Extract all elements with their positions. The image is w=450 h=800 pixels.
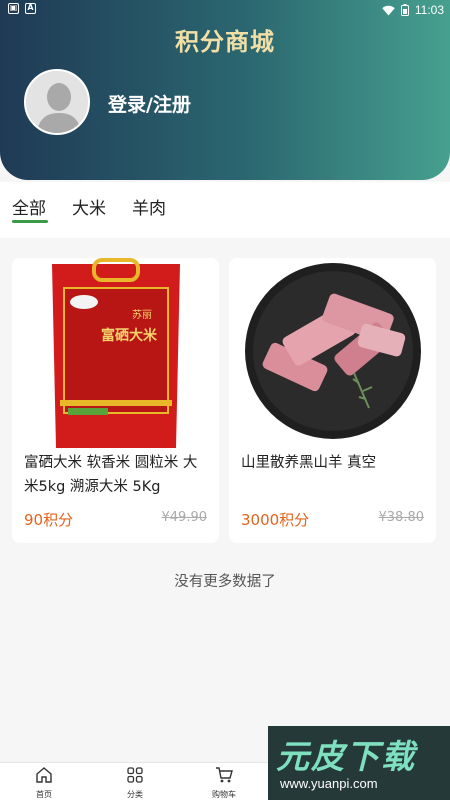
product-name: 山里散养黑山羊 真空 [241, 455, 377, 471]
notification-icon: ▣ [8, 3, 19, 14]
login-register-link[interactable]: 登录/注册 [108, 90, 191, 117]
home-icon [36, 767, 52, 783]
product-price: 90积分 [24, 511, 74, 529]
bag-brand-text: 苏丽 [132, 308, 152, 321]
clock: 11:03 [414, 3, 444, 17]
rice-bag-image: 苏丽 富硒大米 [12, 258, 219, 448]
nav-cart[interactable]: 购物车 [194, 766, 254, 800]
watermark-url: www.yuanpi.com [280, 776, 378, 791]
tab-rice[interactable]: 大米 [72, 194, 106, 219]
battery-icon [400, 4, 409, 16]
watermark: 元皮下载 www.yuanpi.com [268, 726, 450, 800]
watermark-logo-text: 元皮下载 [276, 737, 416, 776]
font-icon: A [25, 3, 36, 14]
nav-home-label: 首页 [36, 790, 52, 799]
no-more-data-text: 没有更多数据了 [174, 574, 276, 590]
status-bar: ▣ A 11:03 [0, 0, 450, 20]
product-name: 富硒大米 软香米 圆粒米 大米5kg 溯源大米 5Kg [24, 455, 198, 495]
category-icon [127, 767, 143, 783]
bag-title-text: 富硒大米 [101, 327, 158, 344]
tab-all[interactable]: 全部 [12, 194, 46, 219]
page-title: 积分商城 [175, 28, 275, 56]
nav-home[interactable]: 首页 [14, 766, 74, 800]
wifi-icon [382, 5, 395, 15]
nav-category[interactable]: 分类 [105, 766, 165, 800]
avatar[interactable] [24, 69, 90, 135]
nav-cart-label: 购物车 [212, 790, 236, 799]
product-price: 3000积分 [241, 511, 310, 529]
product-card[interactable]: 苏丽 富硒大米 富硒大米 软香米 圆粒米 大米5kg 溯源大米 5Kg 90积分… [12, 258, 219, 543]
product-card[interactable]: 山里散养黑山羊 真空 3000积分 ¥38.80 [229, 258, 436, 543]
category-tabs: 全部 大米 羊肉 [0, 182, 450, 238]
nav-category-label: 分类 [127, 790, 143, 799]
product-original-price: ¥38.80 [378, 510, 425, 525]
user-icon [26, 71, 88, 133]
mutton-ribs-image [229, 258, 436, 448]
tab-mutton[interactable]: 羊肉 [132, 194, 166, 219]
product-original-price: ¥49.90 [161, 510, 208, 525]
header-banner: ▣ A 11:03 积分商城 登录/注册 [0, 0, 450, 180]
active-tab-indicator [12, 220, 48, 223]
cart-icon [216, 767, 233, 783]
